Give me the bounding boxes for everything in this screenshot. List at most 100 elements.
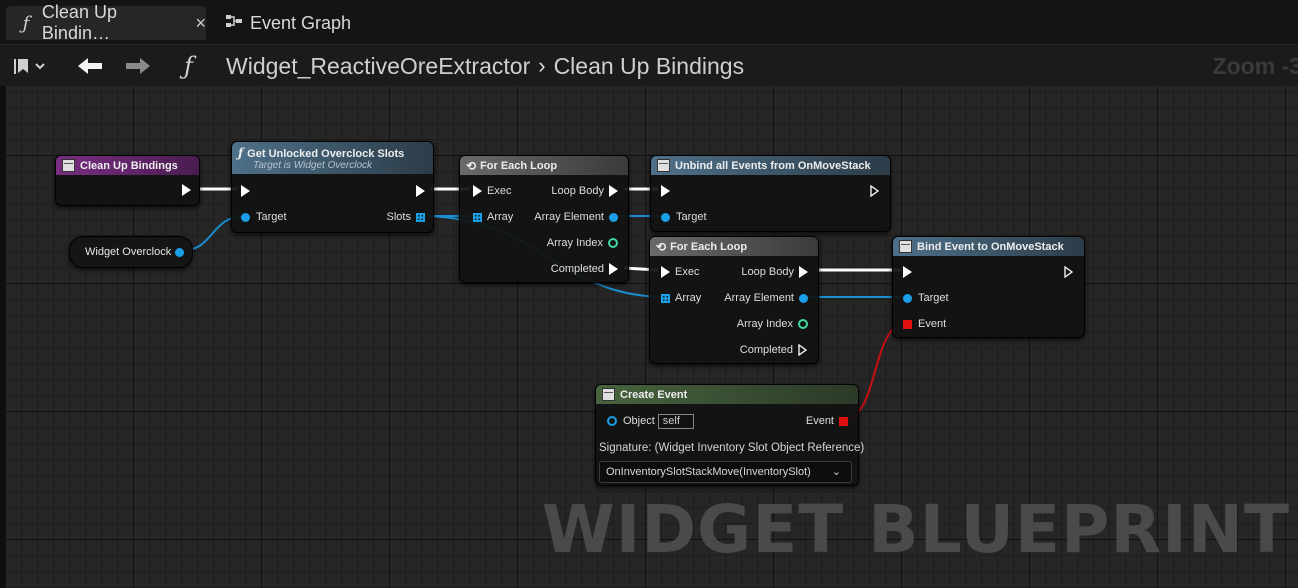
node-title: For Each Loop: [480, 159, 558, 172]
node-title: Bind Event to OnMoveStack: [917, 240, 1064, 253]
signature-text: Signature: (Widget Inventory Slot Object…: [599, 442, 865, 454]
back-button[interactable]: [76, 45, 106, 87]
object-pin-icon: [609, 212, 618, 222]
array-index-pin[interactable]: Array Index: [737, 317, 808, 331]
tab-label: Clean Up Bindin…: [41, 2, 117, 43]
exec-pin-icon: [609, 185, 618, 197]
target-pin[interactable]: Target: [241, 210, 287, 224]
loop-body-pin[interactable]: Loop Body: [741, 265, 808, 279]
exec-out-pin[interactable]: [1064, 265, 1074, 279]
node-title: For Each Loop: [670, 240, 748, 253]
slots-pin[interactable]: Slots: [387, 210, 425, 224]
bookmark-icon: [14, 59, 45, 74]
array-pin-icon: [473, 212, 482, 222]
zoom-level: Zoom -3: [1212, 52, 1298, 79]
node-bind-event[interactable]: Bind Event to OnMoveStack Target Event: [892, 236, 1085, 338]
object-pin-icon: [607, 416, 617, 426]
array-pin-icon: [661, 293, 670, 303]
breadcrumb-function[interactable]: Clean Up Bindings: [554, 53, 745, 80]
bookmark-button[interactable]: [12, 45, 54, 87]
breadcrumb-widget[interactable]: Widget_ReactiveOreExtractor: [226, 53, 530, 80]
pin-label: Array Index: [546, 237, 603, 249]
arrow-left-icon: [78, 58, 102, 74]
node-widget-overclock-variable[interactable]: Widget Overclock: [69, 236, 193, 268]
graph-watermark: WIDGET BLUEPRINT: [541, 491, 1290, 568]
node-title: Clean Up Bindings: [80, 159, 178, 172]
forward-button[interactable]: [124, 45, 154, 87]
pin-label: Exec: [675, 266, 700, 278]
pin-label: Event: [918, 318, 947, 330]
graph-toolbar: ƒ Widget_ReactiveOreExtractor › Clean Up…: [0, 44, 1298, 87]
tab-event-graph[interactable]: Event Graph: [214, 6, 394, 40]
completed-pin[interactable]: Completed: [740, 343, 808, 357]
delegate-pin-icon: [839, 416, 848, 426]
close-icon[interactable]: ×: [195, 13, 206, 34]
exec-pin-icon: [903, 266, 912, 278]
chevron-right-icon: ›: [538, 53, 546, 78]
pin-label: Loop Body: [551, 185, 604, 197]
node-get-unlocked-overclock-slots[interactable]: ƒ Get Unlocked Overclock Slots Target is …: [231, 141, 434, 233]
exec-pin-icon: [661, 266, 670, 278]
target-pin[interactable]: Target: [661, 210, 707, 224]
exec-in-pin[interactable]: [241, 184, 250, 198]
pin-label: Array Element: [724, 292, 794, 304]
array-element-pin[interactable]: Array Element: [724, 291, 808, 305]
array-index-pin[interactable]: Array Index: [547, 236, 618, 250]
array-pin-icon: [416, 212, 425, 222]
function-select[interactable]: OnInventorySlotStackMove(InventorySlot) …: [599, 461, 852, 483]
pin-label: Exec: [487, 185, 512, 197]
selected-function: OnInventorySlotStackMove(InventorySlot): [606, 466, 811, 478]
pin-label: Object: [623, 415, 655, 427]
node-create-event[interactable]: Create Event Object self Event Signature…: [595, 384, 864, 486]
object-pin-icon: [241, 212, 250, 222]
object-pin[interactable]: Object self: [607, 413, 694, 429]
int-pin-icon: [608, 238, 618, 248]
exec-in-pin[interactable]: [661, 184, 670, 198]
loop-body-pin[interactable]: Loop Body: [551, 184, 618, 198]
exec-in-pin[interactable]: Exec: [661, 265, 699, 279]
tab-clean-up-bindings[interactable]: ƒ Clean Up Bindin… ×: [6, 2, 206, 43]
create-event-icon: [602, 388, 615, 401]
object-default-value[interactable]: self: [657, 413, 694, 429]
node-title: Get Unlocked Overclock Slots: [247, 147, 405, 160]
event-pin[interactable]: Event: [903, 317, 946, 331]
loop-icon: ⟲: [466, 158, 477, 173]
exec-out-pin[interactable]: [870, 184, 880, 198]
variable-label: Widget Overclock: [85, 246, 172, 258]
exec-pin-icon: [798, 344, 808, 356]
pin-label: Target: [918, 292, 949, 304]
target-pin[interactable]: Target: [903, 291, 949, 305]
exec-pin-icon: [609, 263, 618, 275]
function-entry-icon: [62, 159, 75, 172]
pin-label: Event: [805, 415, 834, 427]
node-unbind-all-events[interactable]: Unbind all Events from OnMoveStack Targe…: [650, 155, 891, 232]
function-icon: ƒ: [22, 12, 30, 34]
completed-pin[interactable]: Completed: [551, 262, 618, 276]
exec-pin-icon: [182, 184, 191, 196]
event-dispatcher-icon: [899, 240, 912, 253]
pin-label: Array Element: [534, 211, 604, 223]
object-pin-icon: [799, 293, 808, 303]
exec-pin-icon: [661, 185, 670, 197]
node-for-each-loop-2[interactable]: ⟲ For Each Loop Exec Array Loop Body Arr…: [649, 236, 819, 364]
exec-in-pin[interactable]: Exec: [473, 184, 511, 198]
graph-border: [0, 86, 5, 588]
array-pin[interactable]: Array: [473, 210, 513, 224]
exec-out-pin[interactable]: [416, 184, 425, 198]
array-element-pin[interactable]: Array Element: [534, 210, 618, 224]
pin-label: Loop Body: [741, 266, 794, 278]
pin-label: Array: [487, 211, 514, 223]
exec-in-pin[interactable]: [903, 265, 912, 279]
exec-pin-icon: [1064, 266, 1074, 278]
object-pin-icon[interactable]: [175, 247, 185, 257]
array-pin[interactable]: Array: [661, 291, 701, 305]
arrow-right-icon: [126, 58, 150, 74]
node-clean-up-bindings[interactable]: Clean Up Bindings: [55, 155, 200, 206]
event-dispatcher-icon: [657, 159, 670, 172]
exec-out-pin[interactable]: [182, 183, 191, 197]
node-for-each-loop-1[interactable]: ⟲ For Each Loop Exec Array Loop Body Arr…: [459, 155, 629, 283]
event-out-pin[interactable]: Event: [806, 414, 848, 428]
node-subtitle: Target is Widget Overclock: [253, 159, 373, 171]
tab-label: Event Graph: [250, 12, 352, 33]
pin-label: Array: [675, 292, 702, 304]
